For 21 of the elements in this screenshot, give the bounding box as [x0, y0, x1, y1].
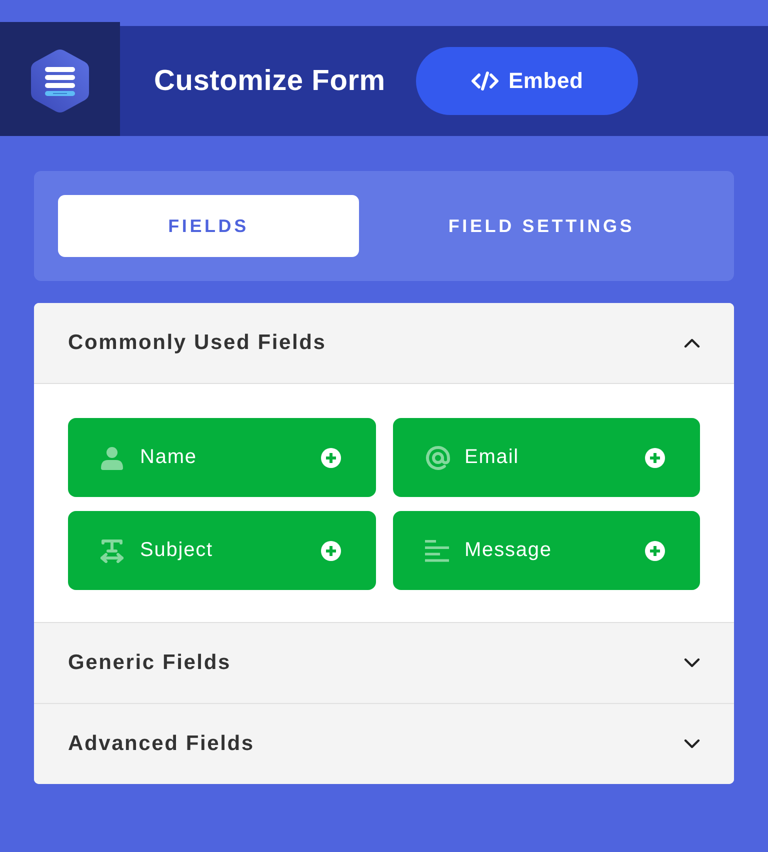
plus-circle-icon — [320, 448, 340, 468]
person-icon — [100, 446, 124, 470]
at-sign-icon — [424, 444, 450, 470]
field-button[interactable]: Name — [68, 418, 376, 497]
logo-icon — [31, 49, 89, 113]
field-button[interactable]: Subject — [68, 511, 376, 590]
text-width-icon — [100, 538, 124, 562]
section-header[interactable]: Advanced Fields — [34, 704, 734, 784]
tab[interactable]: FIELD SETTINGS — [359, 195, 724, 257]
tab[interactable]: FIELDS — [58, 195, 359, 257]
form-title: Customize Form — [154, 64, 386, 98]
plus-circle-icon — [645, 448, 665, 468]
code-icon — [471, 71, 500, 91]
text-lines-icon — [424, 540, 448, 562]
field-button[interactable]: Email — [392, 418, 700, 497]
section-header[interactable]: Commonly Used Fields — [34, 303, 734, 384]
field-button[interactable]: Message — [392, 511, 700, 590]
plus-circle-icon — [320, 540, 340, 560]
embed-button[interactable]: Embed — [416, 47, 638, 115]
plus-circle-icon — [645, 540, 665, 560]
section-header[interactable]: Generic Fields — [34, 623, 734, 703]
